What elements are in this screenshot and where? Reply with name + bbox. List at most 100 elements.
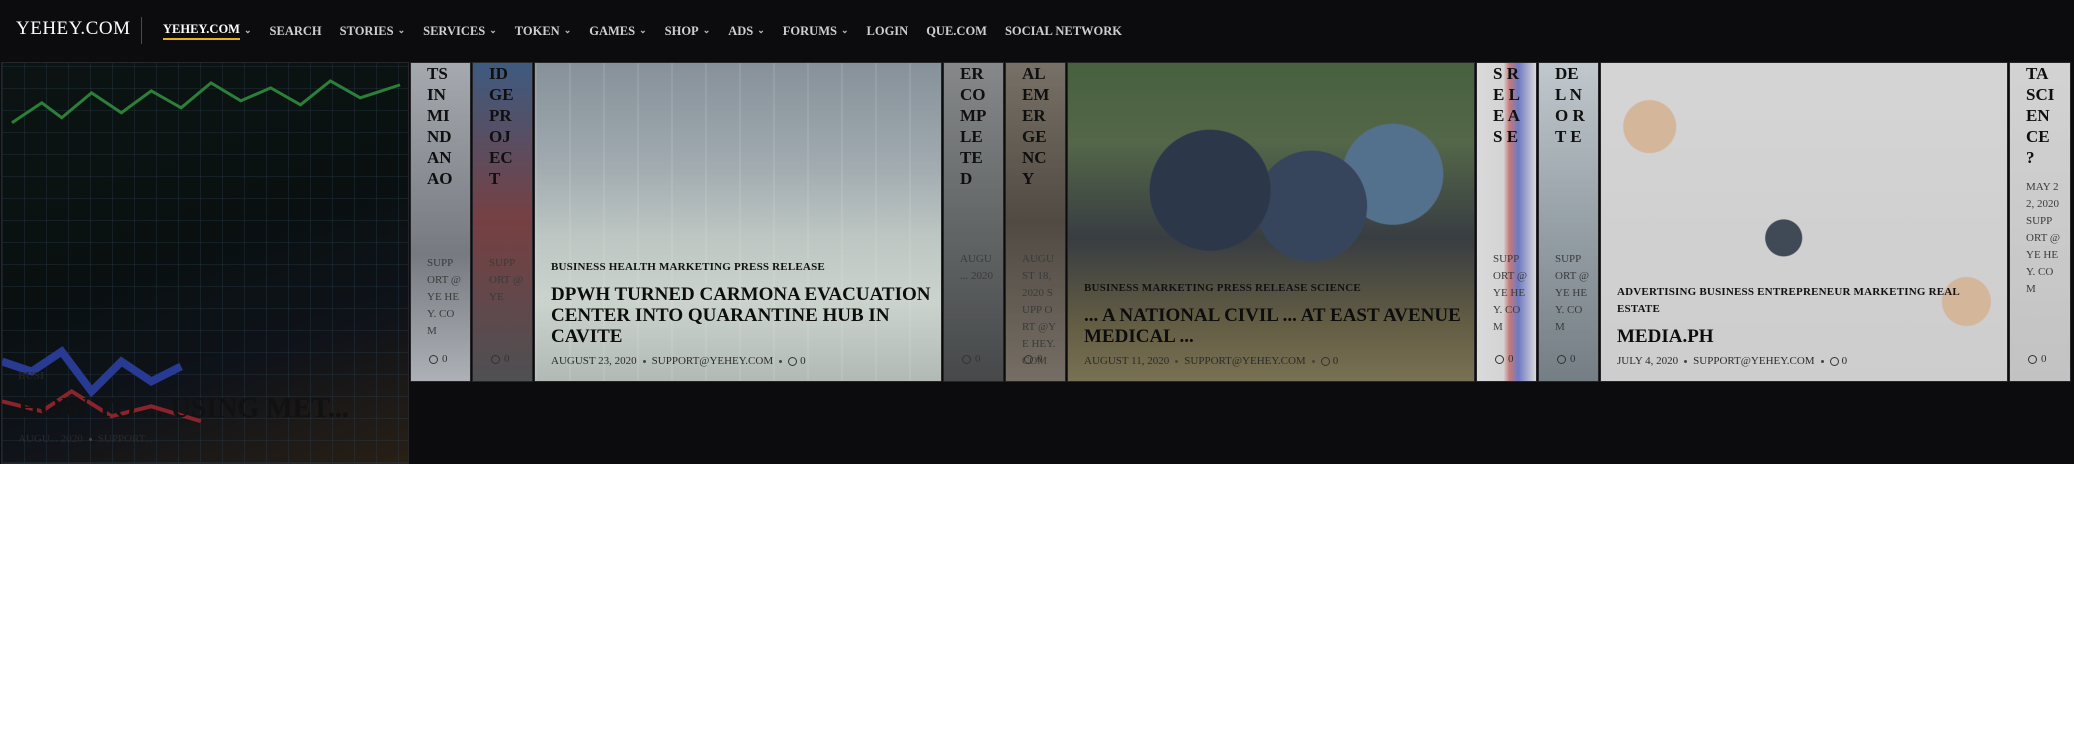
comment-count[interactable]: 0 <box>962 353 981 365</box>
nav-label: TOKEN <box>514 23 560 38</box>
nav-label: YEHEY.COM <box>163 22 240 40</box>
collapsed-card[interactable]: TA SCI EN CE ? MAY 22, 2020 SUPP ORT @YE… <box>2009 62 2071 382</box>
comment-number: 0 <box>975 353 981 365</box>
nav-item-games[interactable]: GAMES ⌄ <box>589 24 646 39</box>
nav-item-yehey[interactable]: YEHEY.COM ⌄ <box>163 22 252 40</box>
card-meta: SUPP ORT @YE <box>489 257 524 303</box>
card-author[interactable]: SUPPORT... <box>98 433 153 445</box>
card-body: ADVERTISING BUSINESS ENTREPRENEUR MARKET… <box>1617 284 1997 367</box>
nav-item-stories[interactable]: STORIES ⌄ <box>340 24 406 39</box>
nav-label: SERVICES <box>423 23 486 38</box>
nav-item-que[interactable]: QUE.COM <box>926 24 987 39</box>
card-title[interactable]: MEDIA.PH <box>1617 326 1997 347</box>
card-title[interactable]: TA SCI EN CE ? <box>2026 63 2056 168</box>
card-meta: SUPP ORT @YE HEY. COM <box>1493 253 1528 333</box>
comment-count[interactable]: 0 <box>1320 355 1338 367</box>
nav-item-token[interactable]: TOKEN ⌄ <box>515 24 571 39</box>
meta-separator <box>642 359 646 363</box>
card-title[interactable]: AL EM ER GE NC Y <box>1022 63 1052 189</box>
card-meta: AUGUST 11, 2020 SUPPORT@YEHEY.COM 0 <box>1084 355 1464 367</box>
card-meta: MAY 22, 2020 SUPP ORT @YE HEY. COM <box>2026 181 2061 295</box>
card-date: AUGU... 2020 <box>18 433 83 445</box>
card-meta: AUGU ... 2020 <box>960 253 993 282</box>
card-title[interactable]: DEL NO RT E <box>1555 63 1585 147</box>
collapsed-card[interactable]: ER CO MP LE TE D AUGU ... 2020 0 <box>943 62 1004 382</box>
comment-count[interactable]: 0 <box>491 353 510 365</box>
comment-icon <box>429 354 438 364</box>
nav-item-ads[interactable]: ADS ⌄ <box>728 24 765 39</box>
site-logo[interactable]: YEHEY.COM <box>16 18 130 40</box>
post-card[interactable]: ADVERTISING BUSINESS ENTREPRENEUR MARKET… <box>1600 62 2008 382</box>
nav-label: STORIES <box>339 23 394 38</box>
card-title[interactable]: HOW TO ... USING MET... <box>18 393 398 425</box>
card-date: AUGUST 23, 2020 <box>551 355 637 367</box>
comment-count[interactable]: 0 <box>1829 355 1848 367</box>
card-categories[interactable]: BUSI <box>18 368 398 385</box>
chevron-down-icon: ⌄ <box>639 24 647 35</box>
meta-separator <box>88 437 92 441</box>
chevron-down-icon: ⌄ <box>243 24 252 35</box>
comment-count[interactable]: 0 <box>1024 353 1043 365</box>
card-meta: SUPP ORT @YE HEY. COM <box>1555 253 1590 333</box>
nav-item-search[interactable]: SEARCH <box>270 24 322 39</box>
comment-count[interactable]: 0 <box>429 353 448 365</box>
comment-count[interactable]: 0 <box>2028 353 2047 365</box>
card-title[interactable]: S RE LE AS E <box>1493 63 1523 147</box>
comment-icon <box>1829 356 1839 366</box>
comment-count[interactable]: 0 <box>1557 353 1576 365</box>
meta-separator <box>1311 359 1315 363</box>
card-title[interactable]: ER CO MP LE TE D <box>960 63 990 189</box>
comment-number: 0 <box>1508 353 1514 365</box>
comment-icon <box>1320 356 1330 366</box>
chevron-down-icon: ⌄ <box>840 24 849 35</box>
comment-icon <box>491 354 500 364</box>
post-card[interactable]: BUSINESS MARKETING PRESS RELEASE SCIENCE… <box>1067 62 1475 382</box>
nav-label: ADS <box>728 23 754 38</box>
nav-label: SOCIAL NETWORK <box>1004 23 1123 38</box>
card-author[interactable]: SUPPORT@YEHEY.COM <box>652 355 773 367</box>
meta-separator <box>1684 359 1688 363</box>
comment-number: 0 <box>1570 353 1576 365</box>
comment-icon <box>2028 354 2037 364</box>
card-body: BUSI HOW TO ... USING MET... AUGU... 202… <box>18 368 398 445</box>
card-categories[interactable]: BUSINESS MARKETING PRESS RELEASE SCIENCE <box>1084 280 1464 297</box>
nav-item-login[interactable]: LOGIN <box>867 24 909 39</box>
card-meta: SUPP ORT @YE HEY. COM <box>427 257 462 337</box>
card-meta: JULY 4, 2020 SUPPORT@YEHEY.COM 0 <box>1617 355 1997 367</box>
nav-label: GAMES <box>589 23 636 38</box>
comment-count[interactable]: 0 <box>788 355 806 367</box>
card-meta: AUGUST 23, 2020 SUPPORT@YEHEY.COM 0 <box>551 355 931 367</box>
collapsed-card[interactable]: AL EM ER GE NC Y AUGU ST 18, 2020 SUPP O… <box>1005 62 1066 382</box>
card-author[interactable]: SUPPORT@YEHEY.COM <box>1184 355 1305 367</box>
card-categories[interactable]: ADVERTISING BUSINESS ENTREPRENEUR MARKET… <box>1617 284 1997 318</box>
chevron-down-icon: ⌄ <box>757 24 765 35</box>
collapsed-card[interactable]: S RE LE AS E SUPP ORT @YE HEY. COM 0 <box>1476 62 1537 382</box>
comment-number: 0 <box>1841 355 1848 367</box>
card-title[interactable]: ID GE PR OJ EC T <box>489 63 519 189</box>
meta-separator <box>1175 359 1179 363</box>
comment-number: 0 <box>2041 353 2047 365</box>
nav-item-shop[interactable]: SHOP ⌄ <box>665 24 711 39</box>
collapsed-card[interactable]: ID GE PR OJ EC T SUPP ORT @YE 0 <box>472 62 533 382</box>
nav-item-forums[interactable]: FORUMS ⌄ <box>783 24 849 39</box>
card-title[interactable]: ... A NATIONAL CIVIL ... AT EAST AVENUE … <box>1084 305 1464 347</box>
chevron-down-icon: ⌄ <box>489 24 497 35</box>
featured-card[interactable]: BUSI HOW TO ... USING MET... AUGU... 202… <box>1 62 409 464</box>
card-title[interactable]: TS IN MI ND AN AO <box>427 63 457 189</box>
card-title[interactable]: DPWH TURNED CARMONA EVACUATION CENTER IN… <box>551 284 931 347</box>
comment-icon <box>962 354 971 364</box>
logo-divider <box>141 17 142 44</box>
nav-item-social-network[interactable]: SOCIAL NETWORK <box>1005 24 1122 39</box>
post-card[interactable]: BUSINESS HEALTH MARKETING PRESS RELEASE … <box>534 62 942 382</box>
comment-icon <box>1557 354 1566 364</box>
nav-item-services[interactable]: SERVICES ⌄ <box>423 24 497 39</box>
comment-count[interactable]: 0 <box>1495 353 1514 365</box>
collapsed-card[interactable]: TS IN MI ND AN AO SUPP ORT @YE HEY. COM … <box>410 62 471 382</box>
comment-number: 0 <box>800 355 806 367</box>
card-date: AUGUST 11, 2020 <box>1084 355 1170 367</box>
card-categories[interactable]: BUSINESS HEALTH MARKETING PRESS RELEASE <box>551 259 931 276</box>
chevron-down-icon: ⌄ <box>702 24 711 35</box>
collapsed-card[interactable]: DEL NO RT E SUPP ORT @YE HEY. COM 0 <box>1538 62 1599 382</box>
comment-number: 0 <box>442 353 448 365</box>
card-author[interactable]: SUPPORT@YEHEY.COM <box>1693 355 1814 367</box>
